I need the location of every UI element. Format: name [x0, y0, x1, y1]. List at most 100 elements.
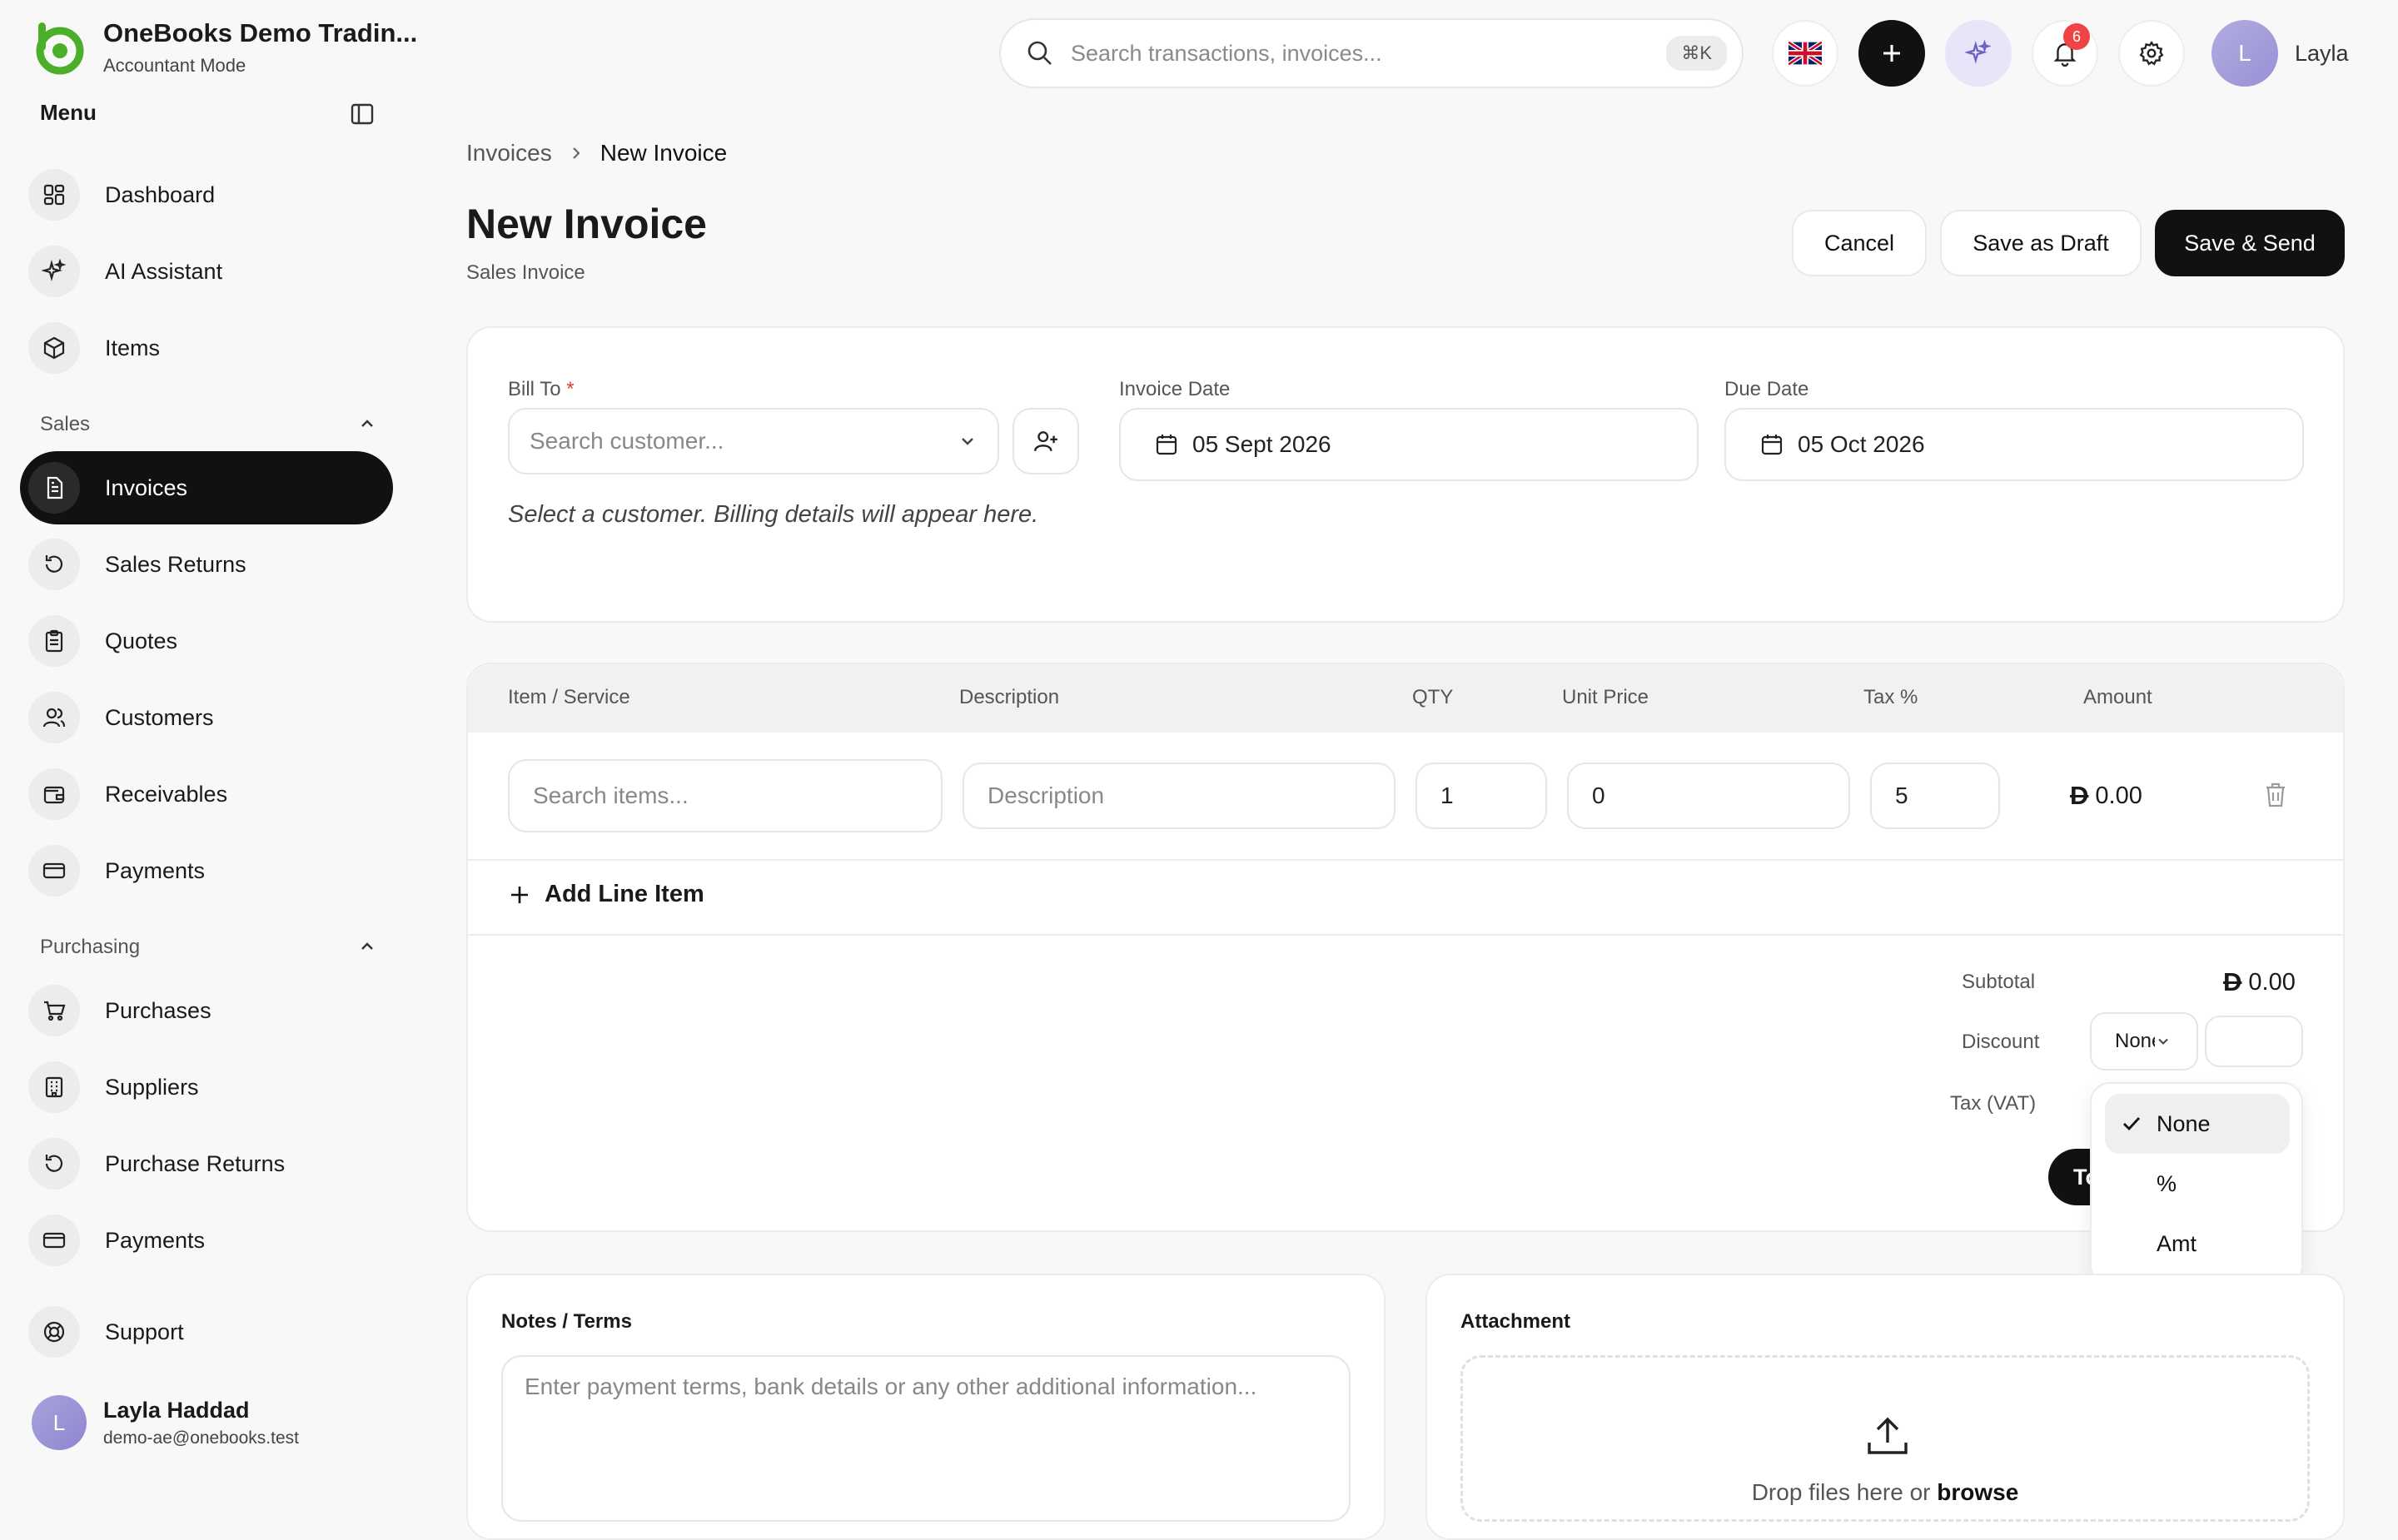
- tax-vat-label: Tax (VAT): [1950, 1092, 2037, 1115]
- subtotal-value: D 0.00: [2223, 967, 2296, 997]
- sidebar-item-label: Sales Returns: [105, 551, 246, 577]
- sidebar-item-purchase-payments[interactable]: Payments: [20, 1204, 393, 1277]
- lifebuoy-icon: [28, 1306, 80, 1358]
- due-date-field[interactable]: 05 Oct 2026: [1724, 408, 2304, 481]
- sidebar-item-items[interactable]: Items: [20, 311, 393, 385]
- page-subtitle: Sales Invoice: [466, 261, 585, 284]
- cancel-button[interactable]: Cancel: [1792, 210, 1927, 276]
- invoice-date-field[interactable]: 05 Sept 2026: [1119, 408, 1699, 481]
- plus-icon: [1879, 41, 1904, 66]
- ai-button[interactable]: [1945, 20, 2012, 87]
- sidebar-item-invoices[interactable]: Invoices: [20, 451, 393, 524]
- breadcrumb-parent[interactable]: Invoices: [466, 140, 552, 166]
- currency-symbol: D: [2070, 781, 2089, 810]
- discount-type-select[interactable]: None: [2090, 1012, 2198, 1071]
- sidebar-item-label: Quotes: [105, 628, 178, 653]
- sidebar-item-receivables[interactable]: Receivables: [20, 758, 393, 831]
- notes-textarea[interactable]: Enter payment terms, bank details or any…: [501, 1355, 1351, 1522]
- bill-to-text: Bill To: [508, 378, 561, 400]
- sidebar-item-suppliers[interactable]: Suppliers: [20, 1051, 393, 1124]
- discount-value-input[interactable]: [2205, 1016, 2303, 1067]
- sidebar-item-support[interactable]: Support: [20, 1295, 393, 1369]
- dropzone-text: Drop files here or browse: [1463, 1479, 2307, 1506]
- notifications-button[interactable]: 6: [2032, 20, 2098, 87]
- line-amount: D 0.00: [2070, 781, 2142, 811]
- column-header-qty: QTY: [1412, 686, 1454, 708]
- breadcrumb: Invoices New Invoice: [466, 140, 727, 166]
- language-button[interactable]: [1772, 20, 1838, 87]
- avatar: L: [32, 1395, 87, 1450]
- sidebar-item-label: Payments: [105, 857, 206, 883]
- description-input[interactable]: Description: [963, 763, 1396, 829]
- sidebar-item-label: Purchases: [105, 997, 211, 1023]
- wallet-icon: [28, 768, 80, 820]
- clipboard-icon: [28, 615, 80, 667]
- sidebar-item-customers[interactable]: Customers: [20, 681, 393, 754]
- sales-section-heading[interactable]: Sales: [40, 413, 90, 436]
- sidebar-item-purchase-returns[interactable]: Purchase Returns: [20, 1127, 393, 1200]
- chevron-up-icon[interactable]: [356, 936, 378, 957]
- user-plus-icon: [1032, 428, 1059, 455]
- add-customer-button[interactable]: [1012, 408, 1079, 474]
- items-table-header: Item / Service Description QTY Unit Pric…: [468, 664, 2343, 733]
- user-name: Layla: [2295, 40, 2349, 66]
- dropdown-option-label: Amt: [2157, 1230, 2197, 1256]
- invoice-icon: [28, 462, 80, 514]
- calendar-icon: [1154, 432, 1179, 457]
- settings-button[interactable]: [2118, 20, 2185, 87]
- mode-label: Accountant Mode: [103, 55, 246, 76]
- page-title: New Invoice: [466, 201, 707, 247]
- sidebar-item-payments[interactable]: Payments: [20, 834, 393, 907]
- invoice-date-label: Invoice Date: [1119, 378, 1231, 400]
- chevron-down-icon: [958, 431, 978, 451]
- discount-type-value: None: [2115, 1030, 2155, 1052]
- sparkles-icon: [28, 246, 80, 297]
- purchasing-section-heading[interactable]: Purchasing: [40, 936, 140, 959]
- qty-input[interactable]: 1: [1415, 763, 1547, 829]
- chevron-right-icon: [567, 144, 585, 162]
- cart-icon: [28, 985, 80, 1036]
- column-header-tax: Tax %: [1863, 686, 1918, 708]
- sidebar-item-quotes[interactable]: Quotes: [20, 604, 393, 678]
- customer-select[interactable]: Search customer...: [508, 408, 999, 474]
- brand[interactable]: OneBooks Demo Tradin... Accountant Mode: [32, 18, 417, 77]
- avatar: L: [2211, 20, 2278, 87]
- sidebar-item-label: Suppliers: [105, 1074, 199, 1100]
- sidebar-item-sales-returns[interactable]: Sales Returns: [20, 528, 393, 601]
- unit-price-input[interactable]: 0: [1567, 763, 1850, 829]
- account-menu[interactable]: L Layla: [2211, 20, 2349, 87]
- sidebar-item-dashboard[interactable]: Dashboard: [20, 158, 393, 231]
- sidebar-item-ai-assistant[interactable]: AI Assistant: [20, 235, 393, 308]
- add-line-item-label: Add Line Item: [545, 881, 704, 907]
- required-mark: *: [566, 378, 575, 400]
- item-search-input[interactable]: Search items...: [508, 759, 943, 832]
- sidebar-toggle-icon[interactable]: [350, 102, 375, 127]
- user-name: Layla Haddad: [103, 1397, 250, 1423]
- sidebar-item-label: Dashboard: [105, 181, 216, 207]
- sidebar-item-label: Customers: [105, 704, 214, 730]
- add-line-item-button[interactable]: Add Line Item: [508, 881, 704, 908]
- dropdown-option-none[interactable]: None: [2105, 1094, 2290, 1154]
- sidebar-item-purchases[interactable]: Purchases: [20, 974, 393, 1047]
- search-shortcut: ⌘K: [1666, 36, 1727, 71]
- dropdown-option-percent[interactable]: %: [2105, 1154, 2290, 1214]
- sidebar-user-card[interactable]: L Layla Haddad demo-ae@onebooks.test: [32, 1395, 299, 1450]
- search-input[interactable]: Search transactions, invoices...: [1071, 41, 1666, 67]
- save-send-button[interactable]: Save & Send: [2155, 210, 2345, 276]
- file-dropzone[interactable]: Drop files here or browse: [1460, 1355, 2310, 1522]
- trash-icon[interactable]: [2263, 781, 2288, 809]
- due-date-value: 05 Oct 2026: [1798, 431, 1925, 457]
- create-new-button[interactable]: [1858, 20, 1925, 87]
- save-draft-button[interactable]: Save as Draft: [1940, 210, 2142, 276]
- customer-placeholder: Search customer...: [530, 428, 724, 454]
- chevron-up-icon[interactable]: [356, 413, 378, 435]
- subtotal-amount: 0.00: [2248, 968, 2296, 996]
- browse-link[interactable]: browse: [1937, 1479, 2018, 1505]
- upload-icon: [1864, 1413, 1911, 1459]
- tax-input[interactable]: 5: [1870, 763, 2000, 829]
- column-header-amount: Amount: [2083, 686, 2152, 708]
- column-header-item: Item / Service: [508, 686, 630, 708]
- dropdown-option-amount[interactable]: Amt: [2105, 1214, 2290, 1274]
- global-search[interactable]: Search transactions, invoices... ⌘K: [999, 18, 1744, 88]
- sidebar-item-label: Support: [105, 1319, 184, 1344]
